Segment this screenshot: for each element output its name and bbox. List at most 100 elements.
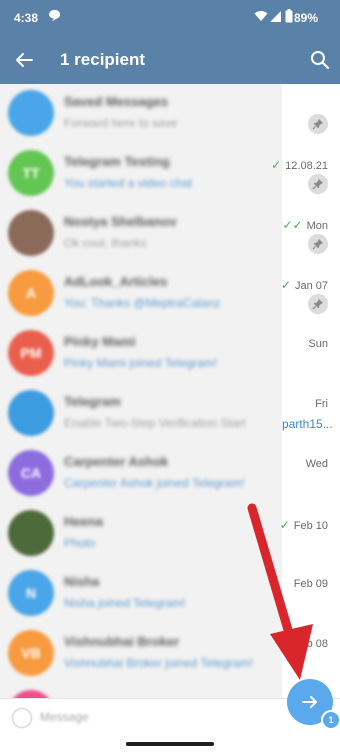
chat-preview: Forward here to save <box>64 116 178 130</box>
chat-row[interactable]: Saved Messages Forward here to save <box>0 84 340 144</box>
chat-name: Telegram Testing <box>64 154 170 169</box>
avatar-initials: PM <box>20 345 42 361</box>
chat-row-body: A AdLook_Articles You: Thanks @MeptraCalan… <box>0 264 282 324</box>
avatar-initials <box>8 510 54 556</box>
chat-date: Feb 08 <box>294 638 328 650</box>
recipient-count-badge: 1 <box>321 710 340 730</box>
wifi-icon <box>254 9 268 26</box>
chat-row[interactable]: Heena Photo ✓ Feb 10 <box>0 504 340 564</box>
status-time: 4:38 <box>14 11 39 25</box>
chat-name: Vishnubhai Broker <box>64 634 180 649</box>
read-check-icon: ✓✓ <box>282 218 303 232</box>
message-input[interactable]: Message <box>40 710 89 724</box>
chat-date-text: Mon <box>306 220 328 232</box>
chat-row-body: Heena Photo <box>0 504 282 564</box>
chat-date: ✓✓ Mon <box>282 218 328 232</box>
chat-preview: Enable Two-Step Verification Start <box>64 416 246 430</box>
chat-date-text: Sun <box>308 338 328 350</box>
chat-name: Heena <box>64 514 104 529</box>
chat-date: Feb 09 <box>294 578 328 590</box>
pin-icon <box>308 234 328 254</box>
battery-icon <box>285 9 293 26</box>
avatar-initials: TT <box>22 165 40 181</box>
chat-date: Fri <box>315 398 328 410</box>
chat-name: Carpenter Ashok <box>64 454 169 469</box>
avatar <box>8 90 54 136</box>
chat-row[interactable]: TT Telegram Testing You started a video ch… <box>0 144 340 204</box>
chat-name: Nostya Shelbanov <box>64 214 177 229</box>
chat-row-body: PM Pinky Mami Pinky Mami joined Telegram! <box>0 324 282 384</box>
chat-row[interactable]: CA Carpenter Ashok Carpenter Ashok joined … <box>0 444 340 504</box>
avatar-initials: A <box>25 285 37 301</box>
chat-date: ✓ 12.08.21 <box>271 158 328 172</box>
chat-preview: Ok cool, thanks <box>64 236 147 250</box>
avatar: PM <box>8 330 54 376</box>
status-bar: 4:38 89% <box>0 0 340 36</box>
chat-date-text: Wed <box>305 458 328 470</box>
chat-bubble-icon <box>48 9 61 24</box>
battery-percent: 89% <box>293 11 318 25</box>
avatar: TT <box>8 150 54 196</box>
chat-row[interactable]: Telegram Enable Two-Step Verification Sta… <box>0 384 340 444</box>
chat-name: AdLook_Articles <box>64 274 168 289</box>
chat-preview: You started a video chat <box>64 176 193 190</box>
chat-list[interactable]: Saved Messages Forward here to save TT Tele… <box>0 84 340 704</box>
read-check-icon: ✓ <box>280 278 291 292</box>
avatar: A <box>8 270 54 316</box>
chat-row[interactable]: Nostya Shelbanov Ok cool, thanks ✓✓ Mon <box>0 204 340 264</box>
chat-row[interactable]: A AdLook_Articles You: Thanks @MeptraCalan… <box>0 264 340 324</box>
chat-name: Telegram <box>64 394 121 409</box>
chat-date-text: Feb 08 <box>293 638 328 650</box>
chat-name: Pinky Mami <box>64 334 136 349</box>
chat-date-text: 12.08.21 <box>285 160 328 172</box>
chat-row-body: N Nisha Nisha joined Telegram! <box>0 564 282 624</box>
chat-row[interactable]: N Nisha Nisha joined Telegram! Feb 09 <box>0 564 340 624</box>
back-arrow-icon[interactable] <box>12 48 36 72</box>
app-header: 1 recipient <box>0 36 340 84</box>
chat-preview-overflow: parth15... <box>282 417 333 431</box>
chat-preview: Pinky Mami joined Telegram! <box>64 356 218 370</box>
avatar: VB <box>8 630 54 676</box>
chat-preview: You: Thanks @MeptraCalanz <box>64 296 221 310</box>
pin-icon <box>308 114 328 134</box>
search-icon[interactable] <box>308 48 332 72</box>
chat-date: Sun <box>308 338 328 350</box>
chat-date-text: Jan 07 <box>294 280 328 292</box>
chat-row-body: VB Vishnubhai Broker Vishnubhai Broker joi… <box>0 624 282 684</box>
avatar-initials <box>8 210 54 256</box>
chat-row[interactable]: PM Pinky Mami Pinky Mami joined Telegram! S… <box>0 324 340 384</box>
chat-preview: Carpenter Ashok joined Telegram! <box>64 476 245 490</box>
page-title: 1 recipient <box>60 50 146 69</box>
avatar <box>8 390 54 436</box>
chat-date: ✓ Feb 10 <box>280 518 328 532</box>
avatar-initials: CA <box>20 465 42 481</box>
chat-preview: Nisha joined Telegram! <box>64 596 186 610</box>
chat-date-text: Feb 09 <box>293 578 328 590</box>
chat-row-body: CA Carpenter Ashok Carpenter Ashok joined … <box>0 444 282 504</box>
signal-icon <box>270 9 282 26</box>
chat-row-body: Saved Messages Forward here to save <box>0 84 282 144</box>
pin-icon <box>308 294 328 314</box>
chat-preview: Photo <box>64 536 96 550</box>
chat-row-body: Nostya Shelbanov Ok cool, thanks <box>0 204 282 264</box>
avatar: N <box>8 570 54 616</box>
pin-icon <box>308 174 328 194</box>
gesture-bar[interactable] <box>126 742 214 746</box>
emoji-icon[interactable] <box>12 708 32 728</box>
avatar-initials <box>8 390 54 436</box>
avatar <box>8 510 54 556</box>
chat-date-text: Feb 10 <box>293 520 328 532</box>
chat-row[interactable]: VB Vishnubhai Broker Vishnubhai Broker joi… <box>0 624 340 684</box>
chat-name: Saved Messages <box>64 94 169 109</box>
avatar: CA <box>8 450 54 496</box>
chat-preview: Vishnubhai Broker joined Telegram! <box>64 656 254 670</box>
chat-date: Wed <box>306 458 328 470</box>
chat-row-body: Telegram Enable Two-Step Verification Sta… <box>0 384 282 444</box>
avatar-initials: VB <box>21 645 41 661</box>
chat-date: ✓ Jan 07 <box>281 278 328 292</box>
avatar <box>8 210 54 256</box>
chat-date-text: Fri <box>315 398 328 410</box>
chat-row-body: TT Telegram Testing You started a video ch… <box>0 144 282 204</box>
avatar-initials <box>8 90 54 136</box>
read-check-icon: ✓ <box>279 518 290 532</box>
